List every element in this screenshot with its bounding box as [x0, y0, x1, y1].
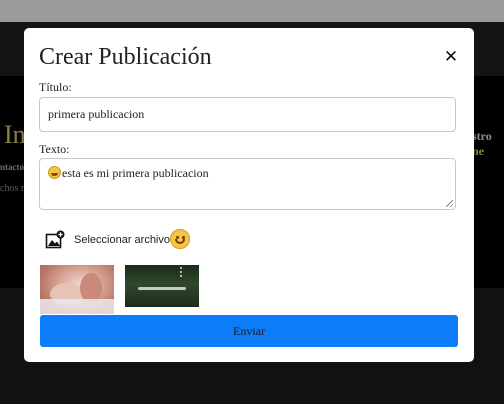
create-post-modal: Crear Publicación ✕ Título: primera publ…: [24, 28, 474, 362]
title-input[interactable]: primera publicacion: [39, 97, 456, 132]
text-label: Texto:: [39, 142, 70, 156]
image-add-icon: [45, 230, 65, 249]
background-heading-fragment: In: [4, 120, 26, 149]
more-options-icon[interactable]: [180, 267, 183, 277]
resize-handle[interactable]: [446, 200, 453, 207]
image-thumbnail: [40, 265, 114, 314]
smiley-emoji-icon[interactable]: [170, 229, 190, 249]
inline-emoji-icon: [48, 166, 61, 179]
background-top-bar: [0, 0, 504, 22]
text-value: esta es mi primera publicacion: [62, 166, 209, 180]
submit-button[interactable]: Enviar: [40, 315, 458, 347]
background-right-fragment: stro ne: [472, 129, 492, 158]
select-file-button[interactable]: Seleccionar archivo: [45, 228, 170, 252]
select-file-label: Seleccionar archivo: [74, 234, 170, 246]
modal-title: Crear Publicación: [39, 44, 212, 70]
close-icon[interactable]: ✕: [442, 46, 460, 68]
video-thumbnail[interactable]: [125, 265, 199, 307]
title-label: Título:: [39, 80, 72, 94]
text-textarea[interactable]: esta es mi primera publicacion: [39, 158, 456, 210]
video-progress-bar: [138, 287, 186, 290]
